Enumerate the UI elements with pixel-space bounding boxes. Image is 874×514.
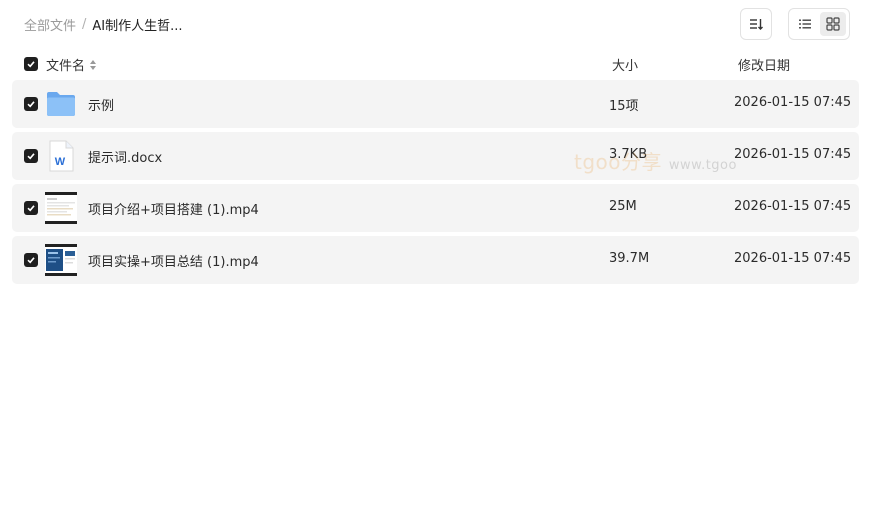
- file-size: 15项: [609, 99, 639, 114]
- file-name[interactable]: 项目介绍+项目搭建 (1).mp4: [88, 199, 259, 218]
- file-name[interactable]: 提示词.docx: [88, 147, 162, 166]
- file-list: 示例 15项 2026-01-15 07:45 W 提示词.docx 3.7KB…: [12, 80, 859, 288]
- check-icon: [27, 153, 35, 160]
- word-doc-icon: W: [45, 140, 77, 172]
- row-checkbox[interactable]: [24, 97, 38, 111]
- file-date: 2026-01-15 07:45: [734, 95, 852, 110]
- sort-desc-icon: [750, 19, 763, 30]
- file-size: 39.7M: [609, 251, 650, 266]
- file-size: 25M: [609, 199, 637, 214]
- file-size: 3.7KB: [609, 147, 648, 162]
- column-size-header[interactable]: 大小: [612, 55, 638, 74]
- file-date: 2026-01-15 07:45: [734, 147, 852, 162]
- file-list-header: 文件名 大小 修改日期: [24, 54, 859, 74]
- file-date: 2026-01-15 07:45: [734, 199, 852, 214]
- check-icon: [27, 205, 35, 212]
- file-row[interactable]: W 提示词.docx 3.7KB 2026-01-15 07:45: [12, 132, 859, 180]
- file-row[interactable]: 项目实操+项目总结 (1).mp4 39.7M 2026-01-15 07:45: [12, 236, 859, 284]
- file-name[interactable]: 示例: [88, 95, 114, 114]
- check-icon: [27, 101, 35, 108]
- row-checkbox[interactable]: [24, 149, 38, 163]
- file-name[interactable]: 项目实操+项目总结 (1).mp4: [88, 251, 259, 270]
- check-icon: [27, 61, 35, 68]
- column-date-header[interactable]: 修改日期: [738, 55, 790, 74]
- breadcrumb-root-link[interactable]: 全部文件: [24, 15, 76, 34]
- file-row[interactable]: 示例 15项 2026-01-15 07:45: [12, 80, 859, 128]
- row-checkbox[interactable]: [24, 201, 38, 215]
- column-name-label: 文件名: [46, 59, 86, 74]
- folder-icon: [45, 88, 77, 120]
- breadcrumb: 全部文件 / AI制作人生哲...: [24, 14, 183, 34]
- sort-toggle-icon: [90, 59, 97, 70]
- grid-view-icon: [826, 17, 840, 31]
- video-thumbnail-icon: [45, 244, 77, 276]
- check-icon: [27, 257, 35, 264]
- row-checkbox[interactable]: [24, 253, 38, 267]
- list-view-icon: [799, 19, 811, 29]
- svg-text:W: W: [55, 156, 66, 168]
- file-row[interactable]: 项目介绍+项目搭建 (1).mp4 25M 2026-01-15 07:45: [12, 184, 859, 232]
- grid-view-button[interactable]: [820, 12, 846, 36]
- list-view-button[interactable]: [792, 12, 818, 36]
- column-name-header[interactable]: 文件名: [46, 55, 97, 74]
- breadcrumb-separator: /: [82, 16, 87, 32]
- view-toggle: [788, 8, 850, 40]
- select-all-checkbox[interactable]: [24, 57, 38, 71]
- sort-button[interactable]: [740, 8, 772, 40]
- breadcrumb-current: AI制作人生哲...: [92, 18, 183, 34]
- video-thumbnail-icon: [45, 192, 77, 224]
- file-date: 2026-01-15 07:45: [734, 251, 852, 266]
